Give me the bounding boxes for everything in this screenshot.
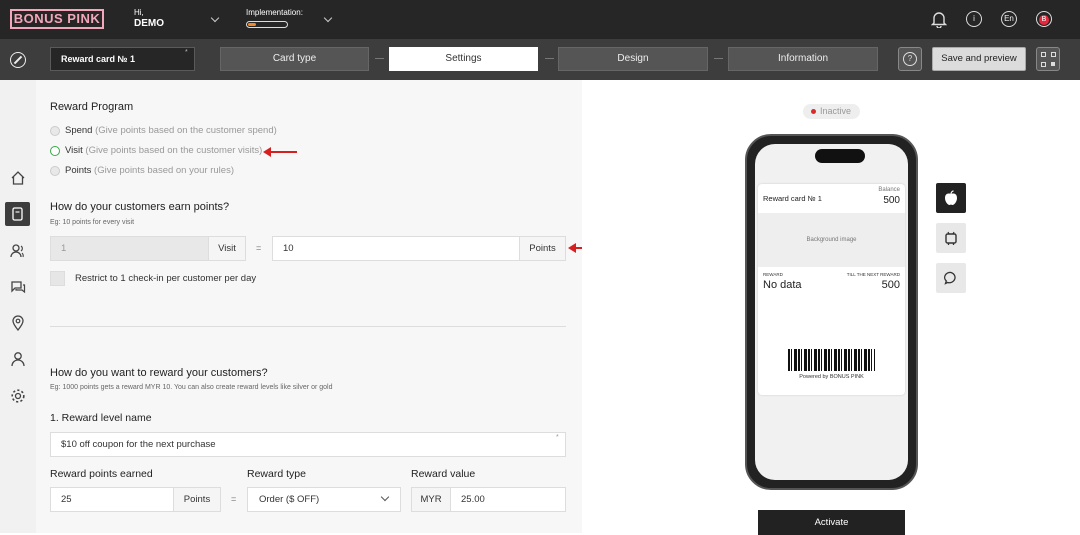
location-icon[interactable] xyxy=(10,315,26,331)
restrict-checkbox[interactable] xyxy=(50,271,65,286)
qr-code-icon-part xyxy=(1051,62,1055,66)
implementation-progress-fill xyxy=(248,23,256,26)
reward-customers-example: Eg: 1000 points gets a reward MYR 10. Yo… xyxy=(50,384,333,391)
chat-bubble-icon[interactable] xyxy=(936,263,966,293)
dynamic-island xyxy=(815,149,865,163)
radio-points-label[interactable]: Points (Give points based on your rules) xyxy=(65,165,234,176)
card-title: Reward card № 1 xyxy=(763,194,822,203)
compass-icon[interactable] xyxy=(10,52,26,68)
bell-icon[interactable] xyxy=(931,11,947,28)
background-image-placeholder: Background image xyxy=(758,213,905,267)
reward-program-title: Reward Program xyxy=(50,101,134,113)
implementation-chevron-down-icon[interactable] xyxy=(323,13,333,23)
section-divider xyxy=(50,326,566,327)
radio-spend[interactable] xyxy=(50,126,60,136)
user-chevron-down-icon[interactable] xyxy=(210,13,220,23)
reward-value-label: Reward value xyxy=(411,468,476,480)
info-icon[interactable]: i xyxy=(966,11,982,27)
reward-value-input[interactable]: 25.00 xyxy=(450,487,566,512)
reward-level-name-label: 1. Reward level name xyxy=(50,412,152,424)
top-bar: BONUS PINK Hi, DEMO Implementation: i En… xyxy=(0,0,1080,39)
equals-sign: = xyxy=(231,494,237,504)
implementation-progress xyxy=(246,21,288,28)
option-hint: (Give points based on the customer visit… xyxy=(85,145,263,156)
reward-points-input[interactable]: 25 xyxy=(50,487,174,512)
reward-type-label: Reward type xyxy=(247,468,306,480)
visit-count-input[interactable]: 1 xyxy=(50,236,209,261)
sidebar xyxy=(0,80,36,533)
radio-visit-label[interactable]: Visit (Give points based on the customer… xyxy=(65,145,262,156)
save-and-preview-button[interactable]: Save and preview xyxy=(932,47,1026,71)
step-settings[interactable]: Settings xyxy=(389,47,538,71)
reward-points-unit: Points xyxy=(173,487,221,512)
step-divider xyxy=(375,58,384,59)
reward-customers-title: How do you want to reward your customers… xyxy=(50,367,268,379)
required-mark: * xyxy=(556,434,559,441)
radio-points[interactable] xyxy=(50,166,60,176)
greeting-text: Hi, xyxy=(134,8,144,17)
apple-icon[interactable] xyxy=(936,183,966,213)
step-information[interactable]: Information xyxy=(728,47,878,71)
bonus-pink-logo[interactable]: BONUS PINK xyxy=(10,9,104,29)
balance-label: Balance xyxy=(878,187,900,193)
settings-icon[interactable] xyxy=(10,388,26,404)
card-icon[interactable] xyxy=(5,202,30,226)
radio-visit[interactable] xyxy=(50,146,60,156)
points-unit: Points xyxy=(519,236,566,261)
question-icon: ? xyxy=(903,52,917,66)
restrict-label[interactable]: Restrict to 1 check-in per customer per … xyxy=(75,273,256,284)
wallet-card-preview: Reward card № 1 Balance 500 Background i… xyxy=(758,184,905,395)
radio-spend-label[interactable]: Spend (Give points based on the customer… xyxy=(65,125,277,136)
points-count-input[interactable]: 10 xyxy=(272,236,521,261)
step-divider xyxy=(714,58,723,59)
next-reward-value: 500 xyxy=(881,279,900,291)
reward-level-name-input[interactable]: $10 off coupon for the next purchase xyxy=(50,432,566,457)
option-name: Visit xyxy=(65,145,83,156)
home-icon[interactable] xyxy=(10,170,26,186)
earn-points-title: How do your customers earn points? xyxy=(50,201,230,213)
avatar-letter: B xyxy=(1039,15,1049,25)
chevron-down-icon xyxy=(380,492,390,502)
android-icon[interactable] xyxy=(936,223,966,253)
step-divider xyxy=(545,58,554,59)
step-card-type[interactable]: Card type xyxy=(220,47,369,71)
reward-points-earned-label: Reward points earned xyxy=(50,468,153,480)
balance-value: 500 xyxy=(883,195,900,206)
next-reward-label: TILL THE NEXT REWARD xyxy=(846,272,900,277)
greeting[interactable]: Hi, DEMO xyxy=(134,8,164,31)
implementation-label: Implementation: xyxy=(246,8,303,17)
qr-code-icon-part xyxy=(1041,62,1046,67)
qr-code-button[interactable] xyxy=(1036,47,1060,71)
option-name: Spend xyxy=(65,125,93,136)
avatar[interactable]: B xyxy=(1036,11,1052,27)
qr-code-icon xyxy=(1041,52,1046,57)
user-name: DEMO xyxy=(134,18,164,29)
option-name: Points xyxy=(65,165,92,176)
option-hint: (Give points based on your rules) xyxy=(94,165,234,176)
reward-label: REWARD xyxy=(763,272,783,277)
activate-button[interactable]: Activate xyxy=(758,510,905,535)
currency-label: MYR xyxy=(411,487,451,512)
card-name-input[interactable]: Reward card № 1 xyxy=(50,47,195,71)
visit-unit: Visit xyxy=(208,236,246,261)
status-badge: Inactive xyxy=(803,104,860,119)
reward-type-value: Order ($ OFF) xyxy=(259,494,320,505)
option-hint: (Give points based on the customer spend… xyxy=(95,125,277,136)
red-arrow-annotation xyxy=(263,147,297,157)
barcode xyxy=(788,349,875,371)
reward-value: No data xyxy=(763,279,802,291)
powered-by: Powered by BONUS PINK xyxy=(799,374,864,380)
help-button[interactable]: ? xyxy=(898,47,922,71)
reward-type-select[interactable]: Order ($ OFF) xyxy=(247,487,401,512)
earn-points-example: Eg: 10 points for every visit xyxy=(50,219,135,226)
person-icon[interactable] xyxy=(10,351,26,367)
users-icon[interactable] xyxy=(10,243,26,259)
chat-icon[interactable] xyxy=(10,279,26,295)
equals-sign: = xyxy=(256,243,262,253)
language-button[interactable]: En xyxy=(1001,11,1017,27)
required-mark: * xyxy=(185,49,188,56)
qr-code-icon-part xyxy=(1051,52,1056,57)
step-design[interactable]: Design xyxy=(558,47,708,71)
